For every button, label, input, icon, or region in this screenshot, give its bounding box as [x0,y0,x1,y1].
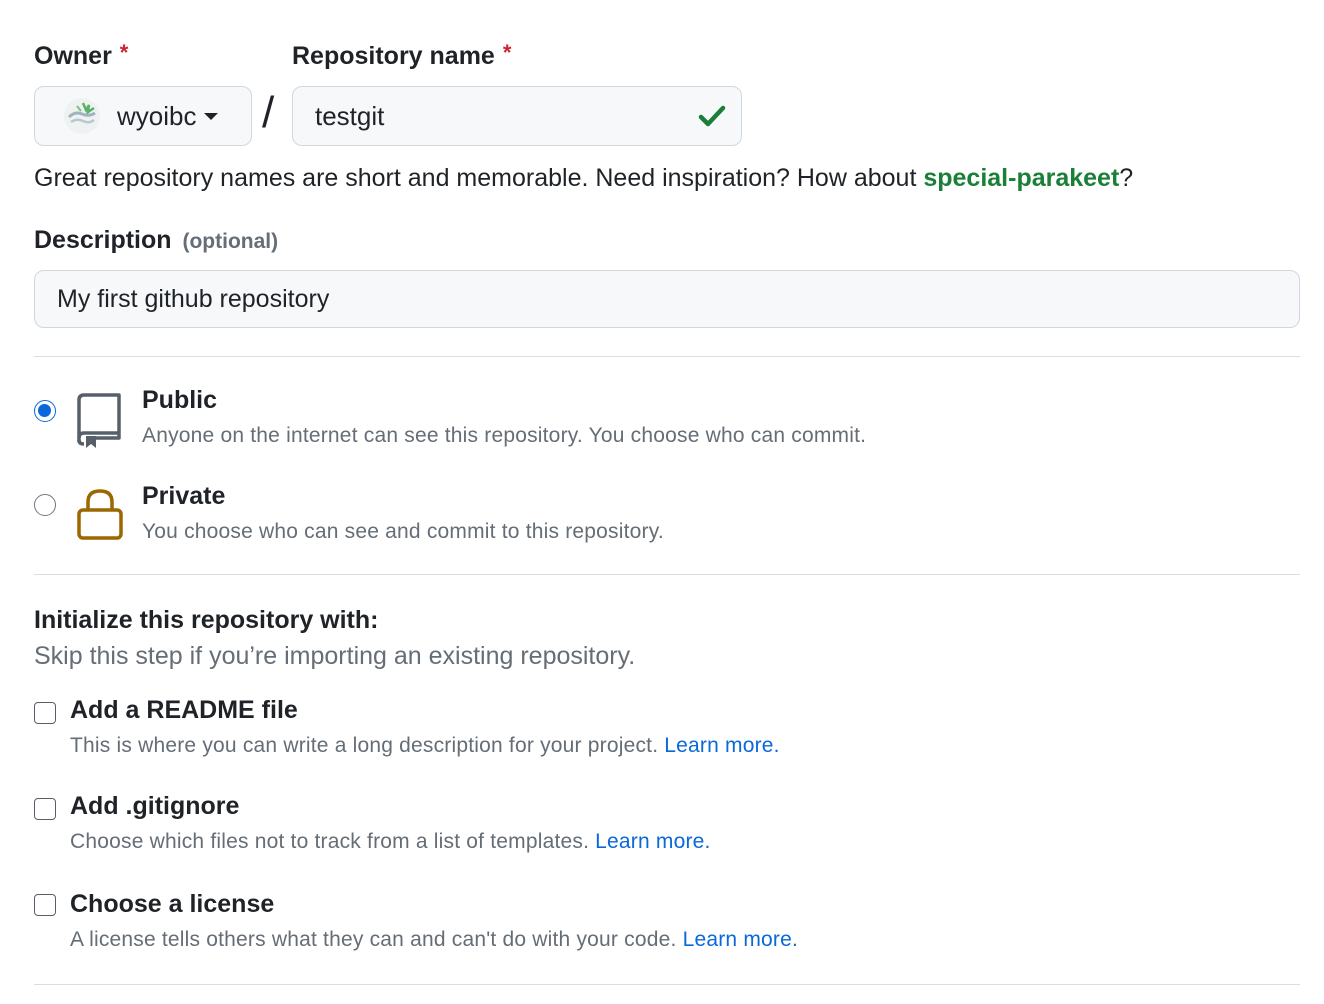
gitignore-learn-more-link[interactable]: Learn more. [595,830,710,853]
initialize-subtitle: Skip this step if you’re importing an ex… [34,642,636,670]
avatar [63,97,101,135]
description-label: Description (optional) [34,226,279,254]
caret-down-icon [204,112,219,120]
visibility-public-title: Public [142,386,218,414]
repository-name-value: testgit [315,100,385,131]
divider [34,356,1300,357]
initialize-title: Initialize this repository with: [34,606,379,634]
add-gitignore-title: Add .gitignore [70,792,240,820]
suggested-name-link[interactable]: special-parakeet [923,164,1119,192]
visibility-private-radio[interactable] [34,494,56,516]
add-gitignore-desc: Choose which files not to track from a l… [70,830,711,853]
required-asterisk: * [502,40,512,65]
visibility-public-desc: Anyone on the internet can see this repo… [142,424,867,447]
description-value: My first github repository [57,284,330,313]
path-separator: / [262,88,275,137]
optional-tag: (optional) [182,230,279,253]
readme-learn-more-link[interactable]: Learn more. [664,734,779,757]
owner-select[interactable]: wyoibc [34,86,252,146]
required-asterisk: * [119,40,129,65]
add-readme-checkbox[interactable] [34,702,56,724]
lock-icon [77,489,123,540]
choose-license-desc: A license tells others what they can and… [70,928,799,951]
name-hint: Great repository names are short and mem… [34,164,1134,192]
owner-name: wyoibc [117,100,197,131]
new-repository-form: Owner * wyoibc / Repository name * testgit… [0,0,1324,1004]
description-input[interactable]: My first github repository [34,270,1300,328]
repository-name-input[interactable]: testgit [292,86,742,146]
license-learn-more-link[interactable]: Learn more. [683,928,798,951]
choose-license-title: Choose a license [70,890,275,918]
visibility-private-title: Private [142,482,226,510]
choose-license-checkbox[interactable] [34,894,56,916]
divider [34,574,1300,575]
add-readme-title: Add a README file [70,696,298,724]
visibility-public-radio[interactable] [34,400,56,422]
visibility-private-desc: You choose who can see and commit to thi… [142,520,664,543]
check-icon [698,105,726,127]
add-readme-desc: This is where you can write a long descr… [70,734,780,757]
repository-name-label: Repository name * [292,40,512,70]
divider [34,984,1300,985]
add-gitignore-checkbox[interactable] [34,798,56,820]
owner-label: Owner * [34,40,129,70]
repo-icon [77,393,121,448]
